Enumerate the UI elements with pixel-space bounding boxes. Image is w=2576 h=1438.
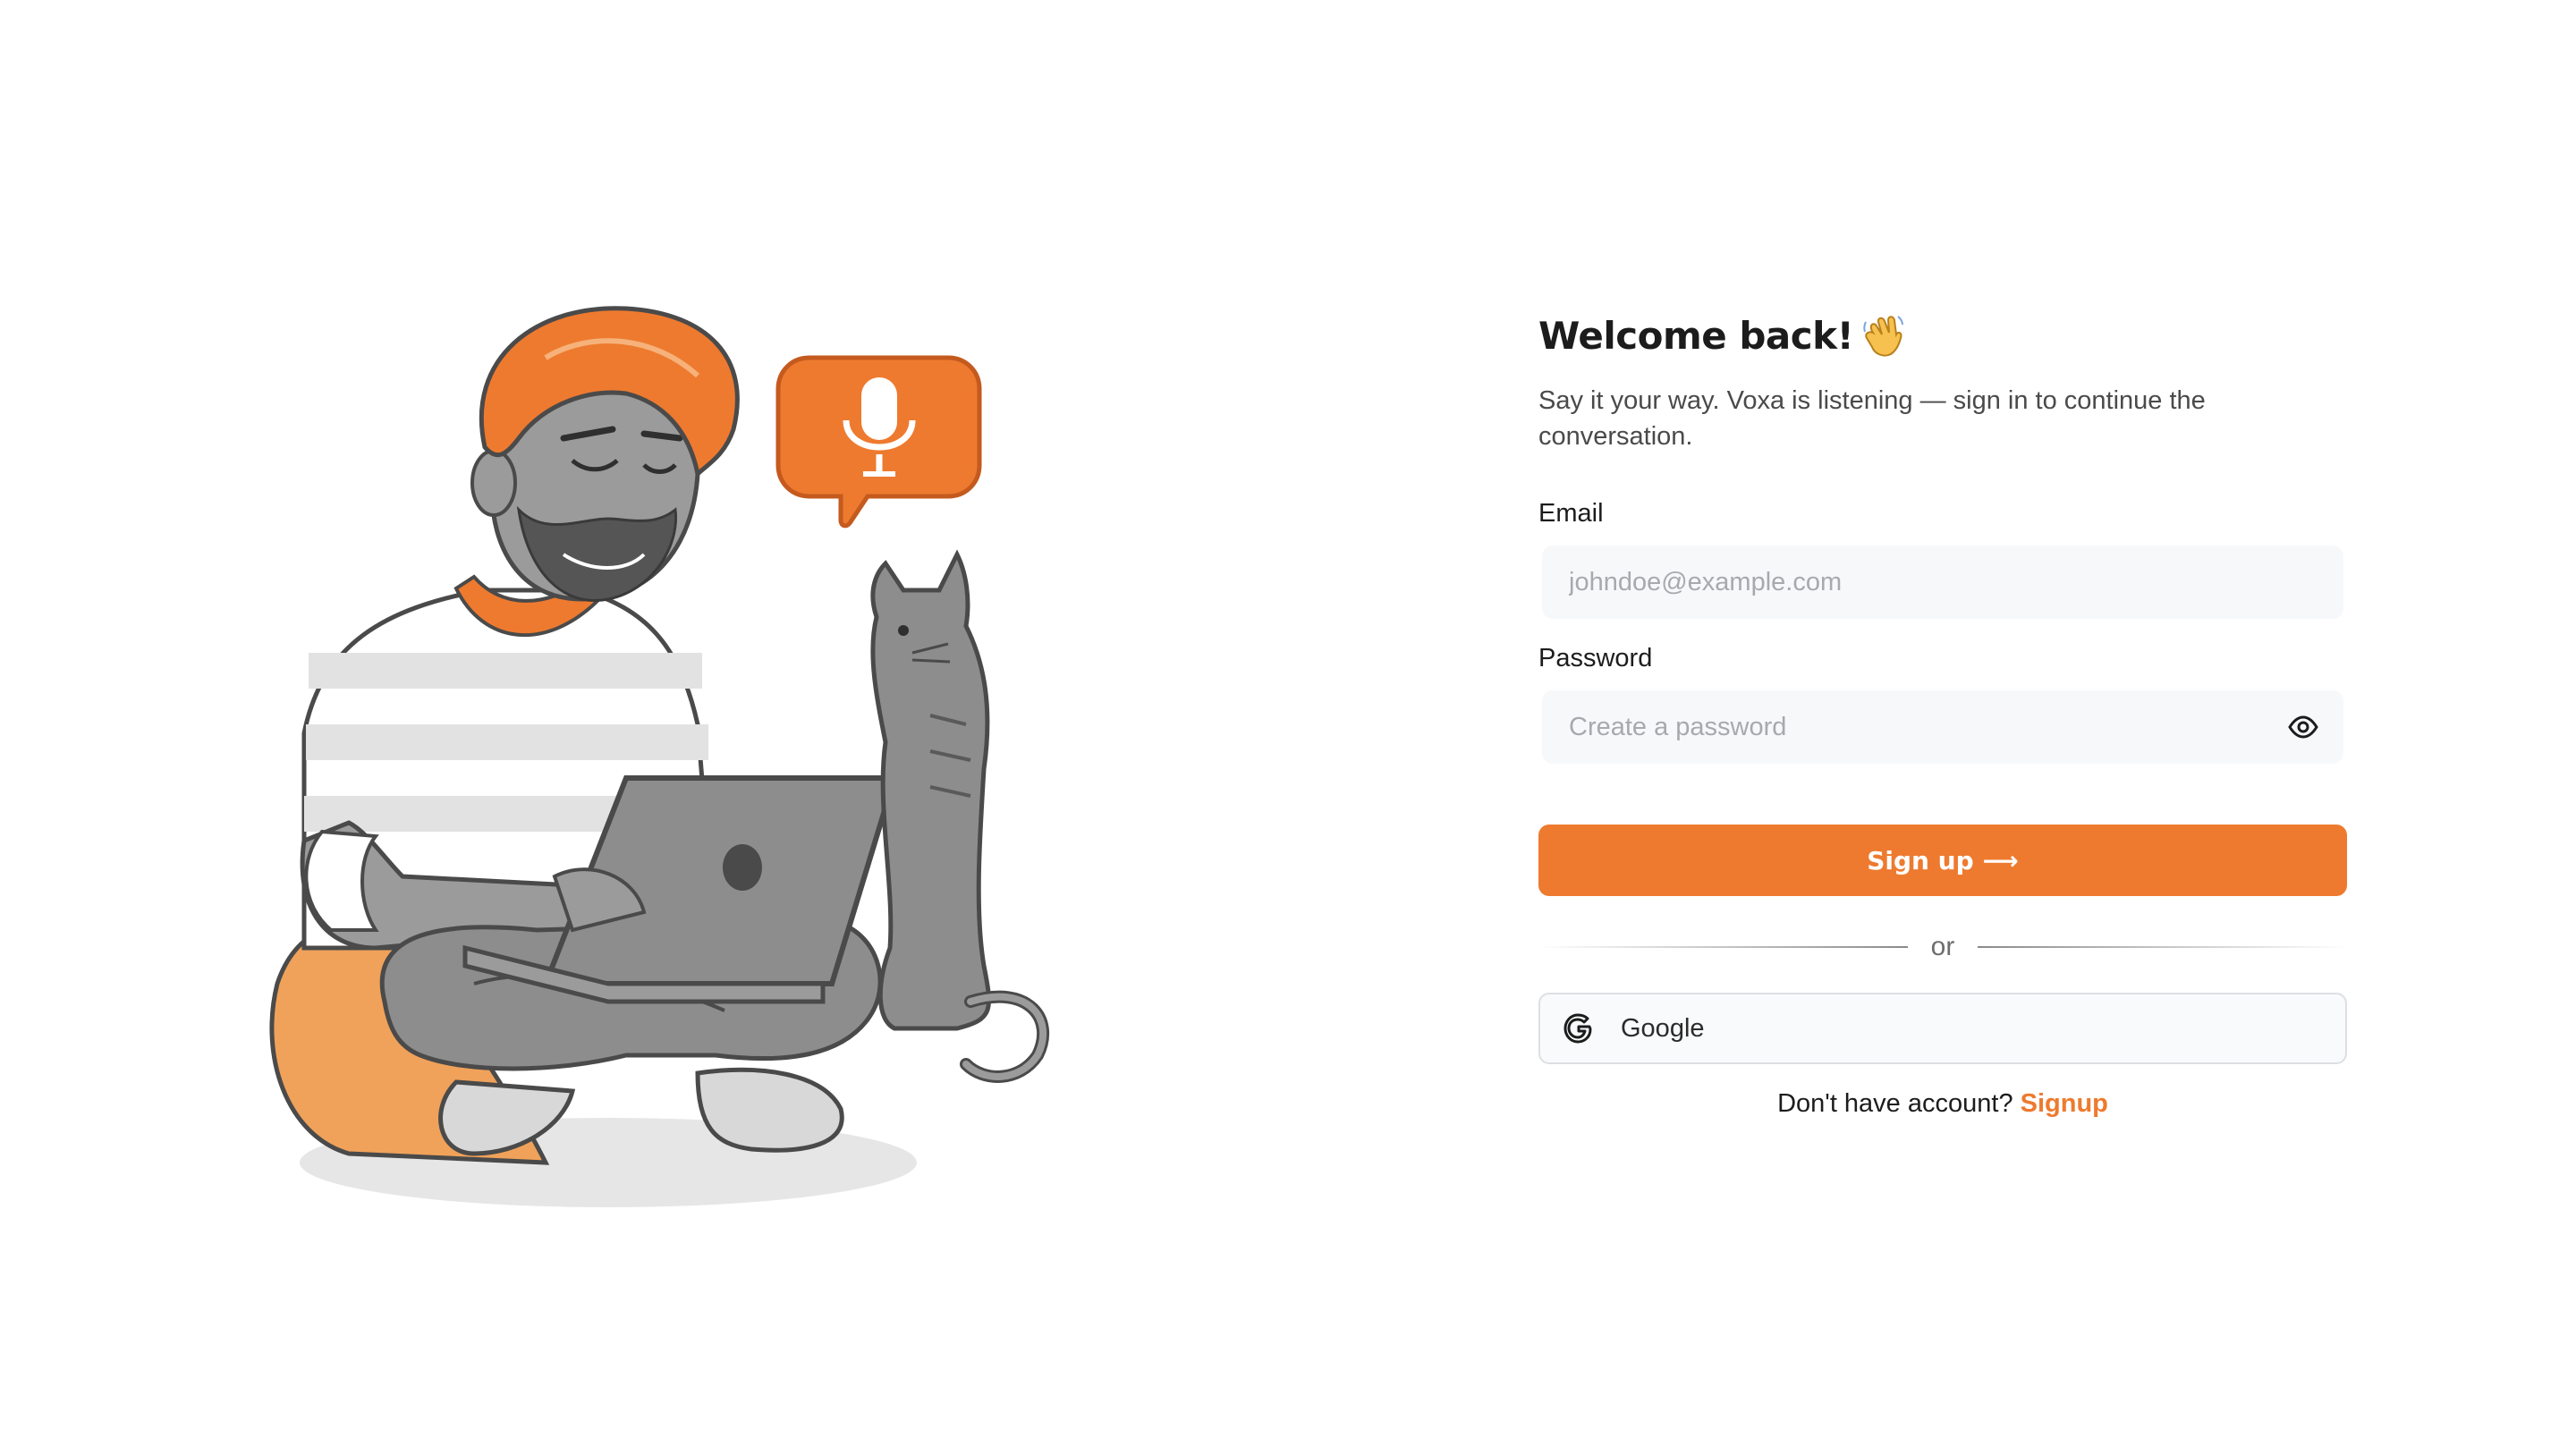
email-label: Email (1538, 499, 1604, 528)
sign-in-form: Welcome back! Say it your way. Voxa is l… (1538, 295, 2347, 1123)
signup-prompt-text: Don't have account? (1777, 1089, 2013, 1118)
microphone-icon (775, 355, 982, 529)
login-page: Welcome back! Say it your way. Voxa is l… (0, 0, 2576, 1438)
sign-up-button-label: Sign up (1867, 845, 1974, 875)
title-row: Welcome back! (1538, 295, 2347, 376)
divider-line-right (1978, 946, 2347, 948)
password-label: Password (1538, 644, 1653, 672)
foot-right (695, 1067, 844, 1153)
signup-link[interactable]: Signup (2021, 1089, 2108, 1118)
eye-icon[interactable] (2288, 712, 2318, 742)
cat (870, 549, 1050, 1083)
google-icon (1563, 1013, 1592, 1044)
password-field-container (1542, 690, 2343, 764)
page-title: Welcome back! (1538, 313, 1854, 358)
or-divider: or (1538, 926, 2347, 968)
ear (470, 449, 517, 517)
email-field-container (1542, 546, 2343, 619)
sign-up-button[interactable]: Sign up ⟶ (1538, 825, 2347, 896)
google-sign-in-button[interactable]: Google (1538, 993, 2347, 1064)
arrow-right-icon: ⟶ (1982, 845, 2019, 875)
google-button-label: Google (1621, 1013, 1705, 1043)
divider-text: or (1930, 932, 1955, 961)
hero-illustration (250, 304, 1073, 1207)
divider-line-left (1538, 946, 1908, 948)
page-subtitle: Say it your way. Voxa is listening — sig… (1538, 386, 2206, 451)
signup-prompt: Don't have account? Signup (1538, 1084, 2347, 1123)
password-input[interactable] (1567, 711, 2268, 743)
waving-hand-icon (1863, 316, 1904, 357)
email-input[interactable] (1567, 566, 2268, 598)
